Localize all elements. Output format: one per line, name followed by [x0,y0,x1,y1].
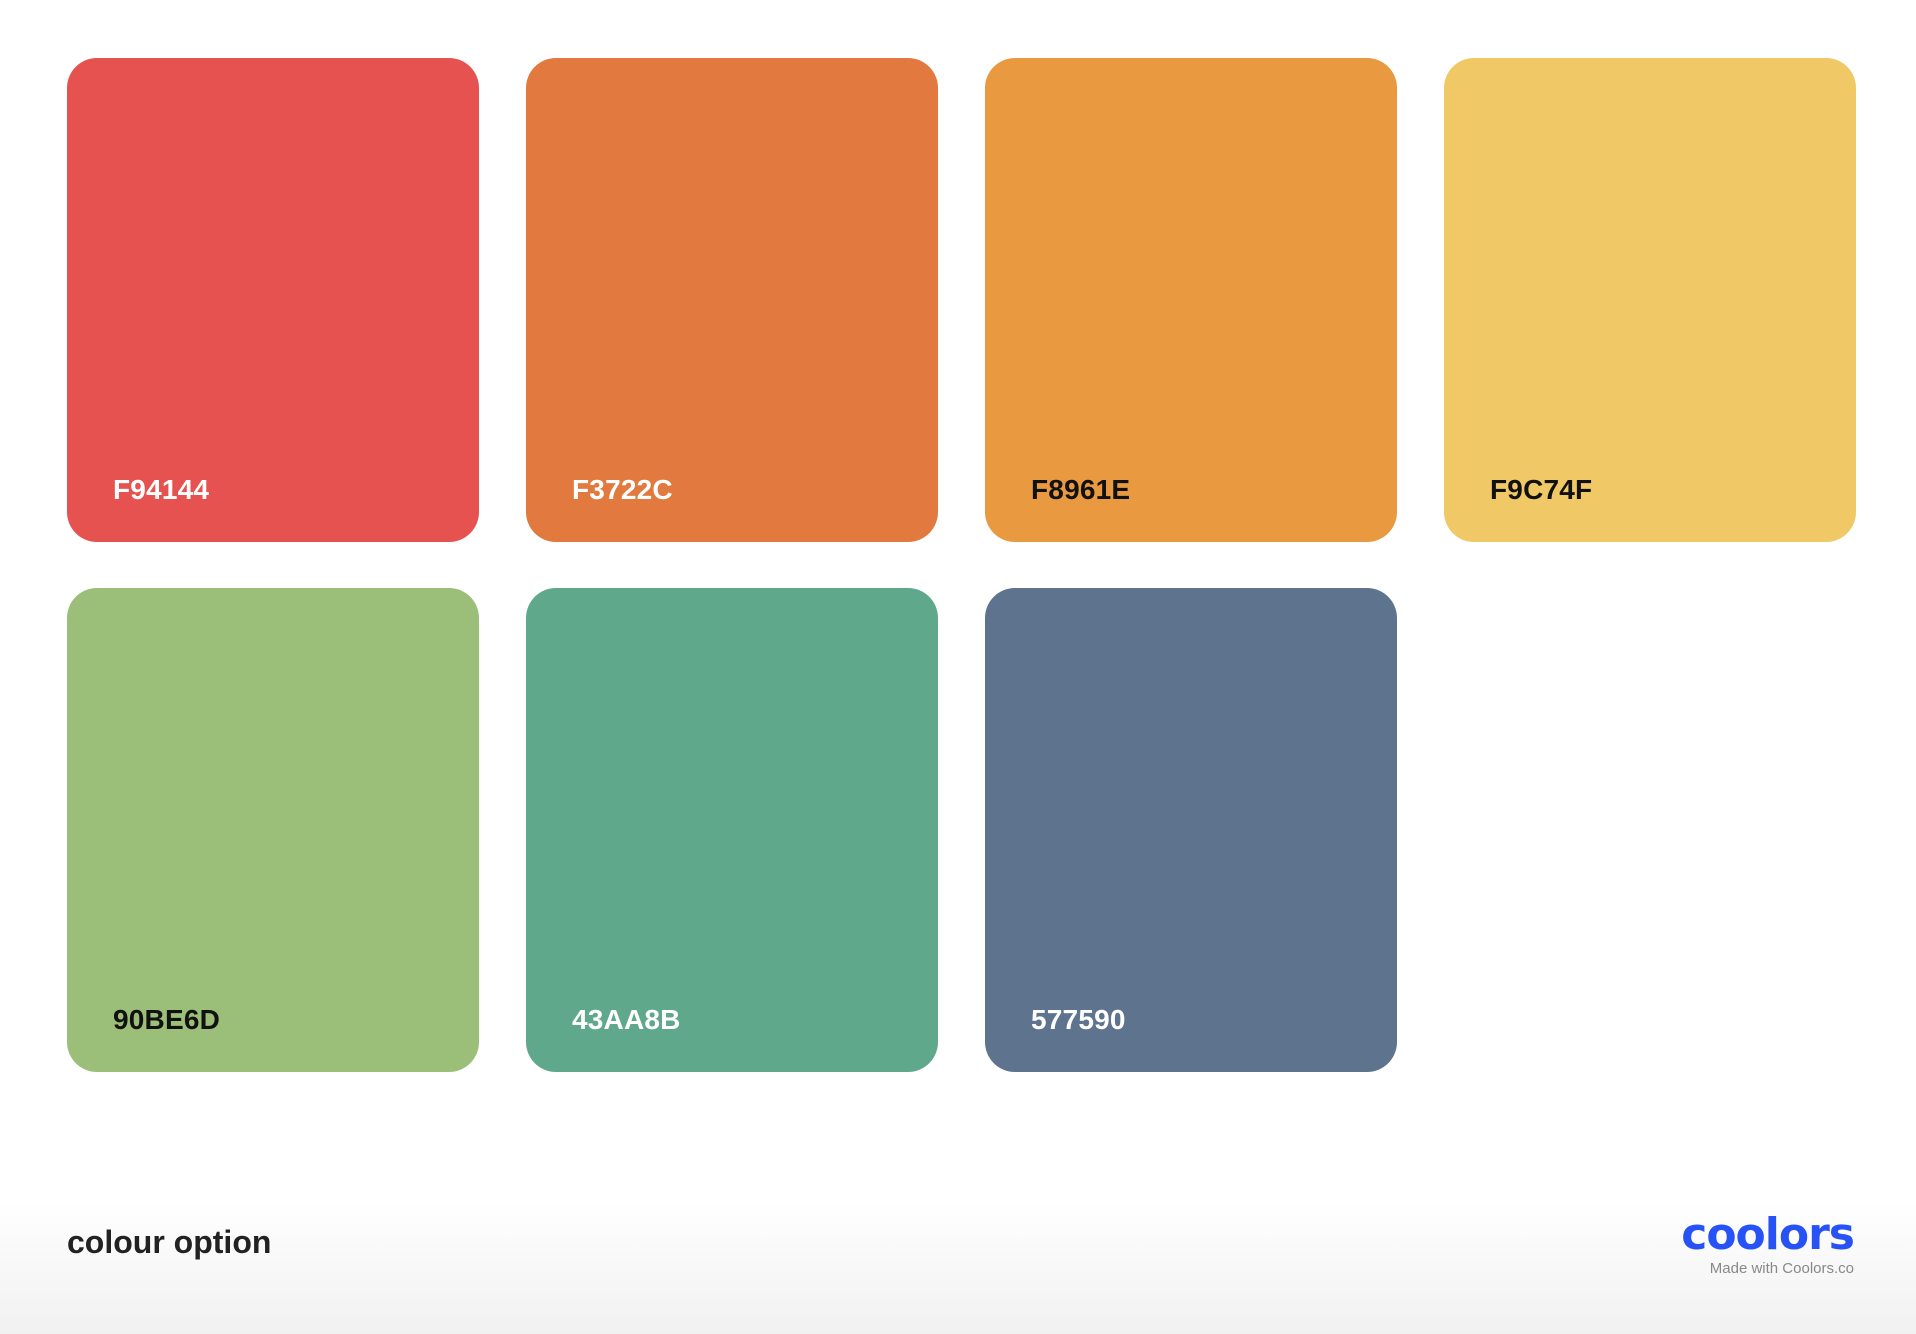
color-swatch[interactable]: F94144 [67,58,479,542]
color-swatch[interactable]: F8961E [985,58,1397,542]
color-swatch[interactable]: F3722C [526,58,938,542]
brand-footer[interactable]: coolors Made with Coolors.co [1681,1209,1855,1278]
color-swatch[interactable]: F9C74F [1444,58,1856,542]
swatch-hex-label: 90BE6D [113,1004,221,1035]
palette-grid: F94144 F3722C F8961E F9C74F 90BE6D 43AA8… [67,58,1856,1072]
swatch-hex-label: 577590 [1031,1004,1126,1035]
swatch-hex-label: F8961E [1031,474,1131,505]
color-swatch[interactable]: 577590 [985,588,1397,1072]
color-swatch[interactable]: 43AA8B [526,588,938,1072]
swatch-hex-label: 43AA8B [572,1004,681,1035]
color-swatch[interactable]: 90BE6D [67,588,479,1072]
swatch-hex-label: F94144 [113,474,210,505]
swatch-hex-label: F9C74F [1490,474,1593,505]
swatch-hex-label: F3722C [572,474,673,505]
made-with-credit: Made with Coolors.co [1709,1260,1854,1277]
palette-title: colour option [67,1224,272,1260]
coolors-logo: coolors [1681,1209,1855,1260]
